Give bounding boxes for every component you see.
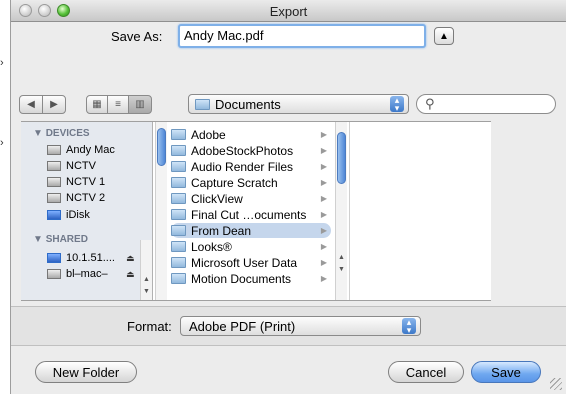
folder-icon (171, 273, 186, 284)
location-popup[interactable]: Documents ▴ ▾ (188, 94, 409, 114)
export-dialog: Export Save As: Andy Mac.pdf ▲ ◀ ▶ ▦ ≡ ▥… (10, 0, 566, 394)
folder-icon (171, 193, 186, 204)
scroll-thumb[interactable] (157, 128, 166, 166)
sidebar: ▼ DEVICES Andy Mac NCTV NCTV 1 NCTV 2 iD… (21, 122, 153, 300)
list-item[interactable]: Motion Documents ▶ (171, 271, 331, 286)
folder-icon (171, 257, 186, 268)
icon-view-icon: ▦ (92, 99, 102, 110)
server-icon (47, 253, 61, 263)
scroll-down-icon[interactable]: ▼ (338, 266, 345, 273)
background-fragment: › (0, 137, 4, 149)
location-label: Documents (215, 96, 281, 112)
folder-icon (171, 129, 186, 140)
popup-stepper-icon: ▴ ▾ (402, 318, 416, 335)
sidebar-item-nctv-2[interactable]: NCTV 2 (47, 191, 105, 205)
format-value: Adobe PDF (Print) (189, 318, 296, 334)
new-folder-button[interactable]: New Folder (35, 361, 137, 383)
scroll-thumb[interactable] (337, 132, 346, 184)
computer-icon (47, 145, 61, 155)
popup-stepper-icon: ▴ ▾ (390, 96, 404, 113)
background-fragment: › (0, 57, 4, 69)
sidebar-item-andy-mac[interactable]: Andy Mac (47, 143, 115, 157)
eject-icon[interactable]: ⏏ (126, 269, 135, 280)
chevron-right-icon: ▶ (320, 226, 327, 235)
save-as-field[interactable]: Andy Mac.pdf (178, 24, 426, 48)
folder-column-scrollbar[interactable]: ▲ ▼ (335, 122, 347, 300)
folder-icon (171, 177, 186, 188)
list-item[interactable]: Final Cut …ocuments ▶ (171, 207, 331, 222)
back-arrow-icon: ◀ (27, 99, 35, 110)
chevron-right-icon: ▶ (320, 130, 327, 139)
folder-icon (171, 225, 186, 236)
folder-icon (171, 145, 186, 156)
chevron-right-icon: ▶ (320, 210, 327, 219)
list-item[interactable]: Microsoft User Data ▶ (171, 255, 331, 270)
idisk-icon (47, 210, 61, 220)
chevron-right-icon: ▶ (320, 258, 327, 267)
sidebar-item-shared-1[interactable]: 10.1.51.... (47, 251, 115, 265)
list-item[interactable]: ClickView ▶ (171, 191, 331, 206)
chevron-right-icon: ▶ (320, 146, 327, 155)
resize-grip-icon[interactable] (550, 378, 562, 390)
sidebar-item-idisk[interactable]: iDisk (47, 208, 90, 222)
list-view-button[interactable]: ≡ (107, 95, 129, 114)
window-title: Export (269, 4, 308, 19)
search-icon: ⚲ (425, 96, 435, 111)
list-item[interactable]: Capture Scratch ▶ (171, 175, 331, 190)
folder-column: Adobe ▶ AdobeStockPhotos ▶ Audio Render Fi… (171, 122, 351, 300)
forward-arrow-icon: ▶ (50, 99, 58, 110)
scroll-up-icon[interactable]: ▲ (143, 276, 150, 283)
disk-icon (47, 193, 61, 203)
sidebar-item-nctv[interactable]: NCTV (47, 159, 96, 173)
list-item[interactable]: Adobe ▶ (171, 127, 331, 142)
eject-icon[interactable]: ⏏ (126, 253, 135, 264)
list-item[interactable]: AdobeStockPhotos ▶ (171, 143, 331, 158)
chevron-right-icon: ▶ (320, 242, 327, 251)
sidebar-item-nctv-1[interactable]: NCTV 1 (47, 175, 105, 189)
list-view-icon: ≡ (115, 99, 121, 110)
list-item[interactable]: Audio Render Files ▶ (171, 159, 331, 174)
disk-icon (47, 177, 61, 187)
sidebar-item-shared-2[interactable]: bl–mac– (47, 267, 108, 281)
expand-dialog-button[interactable]: ▲ (434, 27, 454, 45)
title-bar: Export (11, 0, 566, 22)
chevron-right-icon: ▶ (320, 162, 327, 171)
back-button[interactable]: ◀ (19, 95, 43, 114)
triangle-up-icon: ▲ (439, 30, 449, 42)
folder-icon (171, 209, 186, 220)
folder-icon (171, 241, 186, 252)
column-scrollbar[interactable] (155, 122, 167, 300)
disk-icon (47, 161, 61, 171)
save-button[interactable]: Save (471, 361, 541, 383)
scroll-down-icon[interactable]: ▼ (143, 288, 150, 295)
folder-icon (171, 161, 186, 172)
format-popup[interactable]: Adobe PDF (Print) ▴ ▾ (180, 316, 421, 336)
search-field[interactable]: ⚲ (416, 94, 556, 114)
folder-icon (195, 98, 210, 110)
server-icon (47, 269, 61, 279)
cancel-button[interactable]: Cancel (388, 361, 464, 383)
chevron-right-icon: ▶ (320, 194, 327, 203)
icon-view-button[interactable]: ▦ (86, 95, 108, 114)
chevron-right-icon: ▶ (320, 274, 327, 283)
column-view-icon: ▥ (135, 99, 145, 110)
save-as-label: Save As: (111, 29, 163, 44)
shared-header: ▼ SHARED (33, 234, 88, 245)
list-item[interactable]: Looks® ▶ (171, 239, 331, 254)
format-label: Format: (127, 319, 172, 334)
sidebar-scrollbar[interactable]: ▲ ▼ (140, 240, 152, 300)
devices-header: ▼ DEVICES (33, 128, 90, 139)
list-item-selected[interactable]: From Dean ▶ (171, 223, 331, 238)
forward-button[interactable]: ▶ (42, 95, 66, 114)
scroll-up-icon[interactable]: ▲ (338, 254, 345, 261)
column-view-button[interactable]: ▥ (128, 95, 152, 114)
column-divider (349, 122, 350, 300)
chevron-right-icon: ▶ (320, 178, 327, 187)
file-browser: ▼ DEVICES Andy Mac NCTV NCTV 1 NCTV 2 iD… (21, 121, 491, 301)
